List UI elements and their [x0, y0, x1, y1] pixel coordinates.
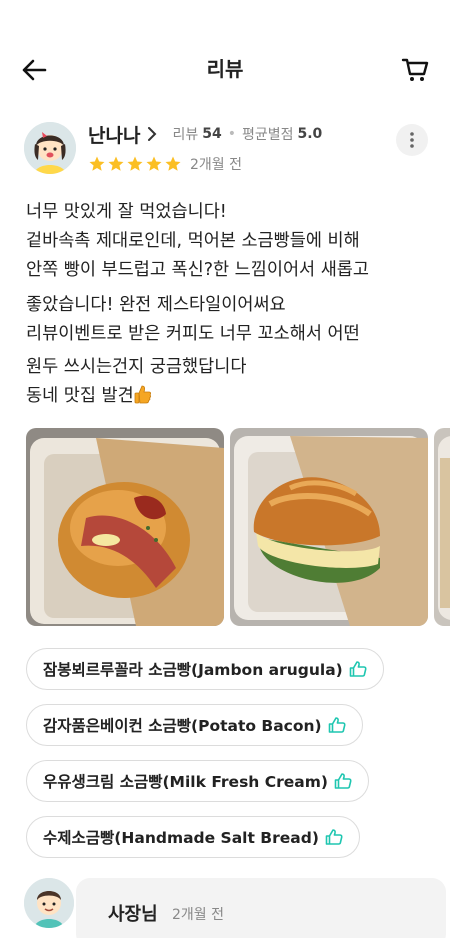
- review-line: 좋았습니다! 완전 제스타일이어써요: [26, 295, 286, 315]
- avg-score-label: 평균별점: [241, 127, 294, 143]
- menu-tag-label: 수제소금빵(Handmade Salt Bread): [43, 829, 319, 847]
- star-icon: [146, 156, 162, 171]
- page-title: 리뷰: [206, 57, 244, 81]
- menu-tag-label: 우유생크림 소금빵(Milk Fresh Cream): [43, 773, 328, 791]
- owner-reply-date: 2개월 전: [172, 907, 224, 923]
- review-photo[interactable]: [230, 428, 428, 626]
- more-options-button[interactable]: [396, 124, 428, 156]
- thumbs-up-icon: [328, 717, 346, 733]
- review-line: 안쪽 빵이 부드럽고 폭신?한 느낌이어서 새롭고: [26, 260, 370, 280]
- thumbs-up-icon: [325, 829, 343, 845]
- menu-tag-label: 감자품은베이컨 소금빵(Potato Bacon): [43, 717, 322, 735]
- menu-tag[interactable]: 수제소금빵(Handmade Salt Bread): [26, 816, 360, 858]
- review-line: 동네 맛집 발견: [26, 386, 134, 406]
- review-photo[interactable]: [26, 428, 224, 626]
- menu-tag-label: 잠봉뵈르루꼴라 소금빵(Jambon arugula): [43, 661, 343, 679]
- review-line: 겉바속촉 제대로인데, 먹어본 소금빵들에 비해: [26, 231, 360, 251]
- reviewer-meta: 리뷰 54 • 평균별점 5.0: [172, 124, 322, 144]
- avatar-character-icon: [24, 122, 76, 174]
- owner-reply-bubble: 사장님 2개월 전: [76, 878, 446, 938]
- star-rating: [88, 155, 182, 173]
- top-bar: 리뷰: [0, 0, 450, 140]
- rating-row: 2개월 전: [88, 154, 242, 174]
- cart-icon: [401, 58, 429, 81]
- star-icon: [127, 156, 143, 171]
- review-line: 리뷰이벤트로 받은 커피도 너무 꼬소해서 어떤: [26, 324, 360, 344]
- thumbs-up-icon: [349, 661, 367, 677]
- thumbs-up-emoji-icon: [134, 385, 151, 404]
- photo-carousel[interactable]: [26, 428, 450, 630]
- menu-tag[interactable]: 우유생크림 소금빵(Milk Fresh Cream): [26, 760, 369, 802]
- meta-separator: •: [227, 126, 236, 142]
- review-line: 너무 맛있게 잘 먹었습니다!: [26, 202, 227, 222]
- review-line: 원두 쓰시는건지 궁금했답니다: [26, 357, 247, 377]
- owner-reply: 사장님 2개월 전: [24, 876, 446, 938]
- reviewer-name-row[interactable]: 난나나 리뷰 54 • 평균별점 5.0: [88, 120, 322, 148]
- review-count: 54: [202, 126, 222, 142]
- review-text: 너무 맛있게 잘 먹었습니다! 겉바속촉 제대로인데, 먹어본 소금빵들에 비해…: [26, 198, 436, 411]
- menu-tag-list: 잠봉뵈르루꼴라 소금빵(Jambon arugula) 감자품은베이컨 소금빵(…: [26, 648, 384, 858]
- owner-avatar: [24, 878, 74, 928]
- cart-button[interactable]: [400, 54, 430, 84]
- reviewer-name: 난나나: [88, 124, 141, 147]
- reviewer-profile: 난나나 리뷰 54 • 평균별점 5.0 2개월 전: [24, 120, 428, 180]
- avatar[interactable]: [24, 122, 76, 174]
- thumbs-up-icon: [334, 773, 352, 789]
- menu-tag[interactable]: 잠봉뵈르루꼴라 소금빵(Jambon arugula): [26, 648, 384, 690]
- owner-character-icon: [24, 878, 74, 928]
- owner-name: 사장님: [108, 904, 158, 925]
- star-icon: [89, 156, 105, 171]
- chevron-right-icon: [146, 127, 160, 141]
- review-count-label: 리뷰: [172, 127, 199, 143]
- more-vertical-icon: [410, 132, 414, 148]
- review-line-last: 동네 맛집 발견: [26, 382, 436, 411]
- review-photo[interactable]: [434, 428, 450, 626]
- avg-score: 5.0: [297, 126, 323, 142]
- menu-tag[interactable]: 감자품은베이컨 소금빵(Potato Bacon): [26, 704, 363, 746]
- review-date: 2개월 전: [190, 157, 242, 173]
- star-icon: [165, 156, 181, 171]
- star-icon: [108, 156, 124, 171]
